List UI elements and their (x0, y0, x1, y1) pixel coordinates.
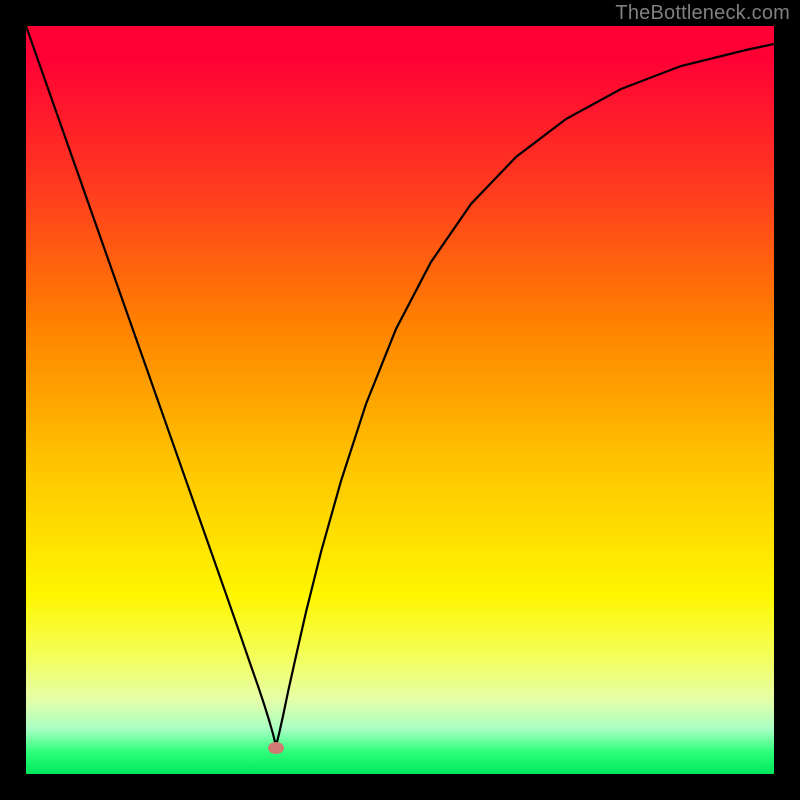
chart-frame: TheBottleneck.com (0, 0, 800, 800)
watermark-text: TheBottleneck.com (615, 2, 790, 25)
vertex-marker-icon (268, 742, 284, 754)
plot-area (26, 26, 774, 774)
curve-svg (26, 26, 774, 774)
bottleneck-curve (26, 26, 774, 746)
